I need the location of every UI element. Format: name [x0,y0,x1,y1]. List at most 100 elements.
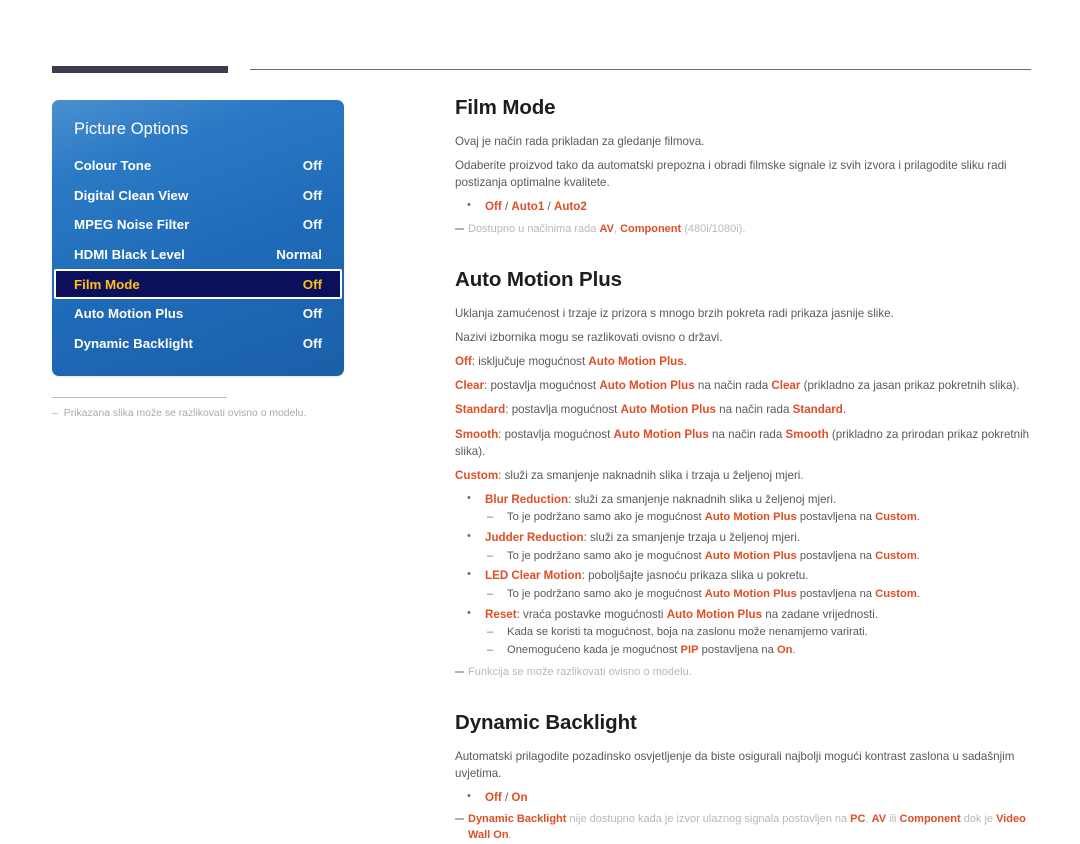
osd-row-label: Auto Motion Plus [74,306,184,322]
osd-row-auto-motion-plus[interactable]: Auto Motion Plus Off [52,299,344,329]
list-item: LED Clear Motion: poboljšajte jasnoću pr… [455,566,1033,602]
list-item: To je podržano samo ako je mogućnost Aut… [485,548,1033,565]
section-title-dynamic-backlight: Dynamic Backlight [455,710,637,734]
option-auto2: Auto2 [553,200,587,214]
term-auto-motion-plus: Auto Motion Plus [588,355,684,369]
term-custom: Custom [875,511,917,524]
amp-def-off: Off: isključuje mogućnost Auto Motion Pl… [455,353,1033,370]
text-end: : služi za smanjenje trzaja u željenoj m… [583,531,801,545]
amp-def-clear: Clear: postavlja mogućnost Auto Motion P… [455,377,1033,394]
term-mode-clear: Clear [771,379,801,393]
term-standard: Standard [455,403,506,417]
term-judder-reduction: Judder Reduction [485,531,584,545]
text: postavljena na [698,643,777,656]
term-smooth: Smooth [455,427,499,441]
text-end: . [842,403,847,417]
term-auto-motion-plus: Auto Motion Plus [620,403,716,417]
osd-row-dynamic-backlight[interactable]: Dynamic Backlight Off [52,329,344,359]
term-auto-motion-plus: Auto Motion Plus [704,511,797,524]
note-text: nije dostupno kada je izvor ulaznog sign… [566,813,851,826]
amp-note: Funkcija se može razlikovati ovisno o mo… [455,665,1033,681]
osd-row-value: Off [302,276,322,292]
amp-sub-option-list: Blur Reduction: služi za smanjenje nakna… [455,490,1033,659]
option-auto1: Auto1 [511,200,545,214]
term-clear: Clear [455,379,485,393]
footnote-dash-icon: – [52,408,58,419]
term-reset: Reset [485,607,517,621]
db-note: Dynamic Backlight nije dostupno kada je … [455,812,1033,844]
osd-row-label: MPEG Noise Filter [74,217,190,233]
amp-paragraph-2: Nazivi izbornika mogu se razlikovati ovi… [455,330,723,344]
osd-row-value: Off [302,306,322,322]
text-end: na zadane vrijednosti. [762,607,879,621]
db-paragraph-1: Automatski prilagodite pozadinsko osvjet… [455,749,1015,780]
note-term-av: AV [599,222,614,235]
text: To je podržano samo ako je mogućnost [507,549,705,562]
text-end: . [916,511,920,524]
text: To je podržano samo ako je mogućnost [507,587,705,600]
list-item: Reset: vraća postavke mogućnosti Auto Mo… [455,605,1033,659]
text: : postavlja mogućnost [505,403,621,417]
option-sep: / [501,200,512,214]
amp-def-standard: Standard: postavlja mogućnost Auto Motio… [455,401,1033,418]
option-off: Off [485,200,502,214]
text: To je podržano samo ako je mogućnost [507,511,705,524]
osd-row-label: Film Mode [74,276,140,292]
amp-paragraph-1: Uklanja zamućenost i trzaje iz prizora s… [455,306,894,320]
note-term-component: Component [620,222,682,235]
amp-def-custom: Custom: služi za smanjenje naknadnih sli… [455,467,1033,484]
term-custom: Custom [875,587,917,600]
osd-row-colour-tone[interactable]: Colour Tone Off [52,151,344,181]
list-item: Blur Reduction: služi za smanjenje nakna… [455,490,1033,526]
term-dynamic-backlight: Dynamic Backlight [468,813,567,826]
db-option-list: Off / On [455,788,1033,806]
list-item: Off / On [455,788,1033,806]
text: : vraća postavke mogućnosti [516,607,667,621]
text: na način rada [715,403,793,417]
note-text: ili [886,813,900,826]
text-end: . [916,549,920,562]
left-note-divider [52,397,227,398]
text-end: : služi za smanjenje naknadnih slika i t… [498,468,804,482]
footnote-text: Prikazana slika može se razlikovati ovis… [63,408,307,419]
osd-row-film-mode-selected[interactable]: Film Mode Off [54,269,342,299]
text: na način rada [708,427,786,441]
text-end: : služi za smanjenje naknadnih slika u ž… [568,493,837,507]
term-auto-motion-plus: Auto Motion Plus [704,549,797,562]
term-pip: PIP [680,643,699,656]
term-auto-motion-plus: Auto Motion Plus [613,427,709,441]
note-text-end: (480i/1080i). [681,222,746,235]
text-end: . [792,643,796,656]
text: : isključuje mogućnost [471,355,589,369]
amp-def-smooth: Smooth: postavlja mogućnost Auto Motion … [455,426,1033,460]
film-mode-paragraph-1: Ovaj je način rada prikladan za gledanje… [455,135,705,148]
osd-row-value: Off [302,187,322,203]
osd-row-digital-clean-view[interactable]: Digital Clean View Off [52,181,344,211]
osd-row-mpeg-noise-filter[interactable]: MPEG Noise Filter Off [52,210,344,240]
osd-row-label: Dynamic Backlight [74,335,193,351]
term-led-clear-motion: LED Clear Motion [485,569,582,583]
section-title-auto-motion-plus: Auto Motion Plus [455,267,622,291]
term-on: On [776,643,793,656]
header-rule-thin [250,69,1031,70]
text: postavljena na [796,587,876,600]
text: na način rada [694,379,772,393]
osd-row-value: Off [302,158,322,174]
osd-row-label: Digital Clean View [74,187,189,203]
text: : postavlja mogućnost [498,427,614,441]
term-mode-smooth: Smooth [785,427,829,441]
osd-row-hdmi-black-level[interactable]: HDMI Black Level Normal [52,240,344,270]
term-auto-motion-plus: Auto Motion Plus [704,587,797,600]
text: postavljena na [796,549,876,562]
left-footnote: – Prikazana slika može se razlikovati ov… [52,407,344,421]
option-off: Off [485,790,502,804]
osd-panel-title: Picture Options [74,120,189,138]
page-header [0,0,1080,80]
term-component: Component [899,813,961,826]
text: Onemogućeno kada je mogućnost [507,643,681,656]
text-end: . [916,587,920,600]
text-end: (prikladno za jasan prikaz pokretnih sli… [800,379,1020,393]
note-text: dok je [960,813,997,826]
list-item: To je podržano samo ako je mogućnost Aut… [485,509,1033,526]
list-item: Onemogućeno kada je mogućnost PIP postav… [485,642,1033,659]
